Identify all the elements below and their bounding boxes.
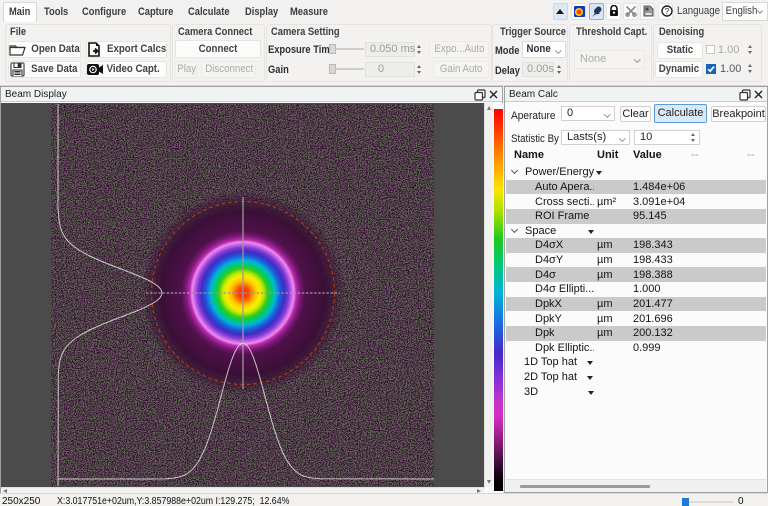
- svg-text:?: ?: [664, 7, 669, 16]
